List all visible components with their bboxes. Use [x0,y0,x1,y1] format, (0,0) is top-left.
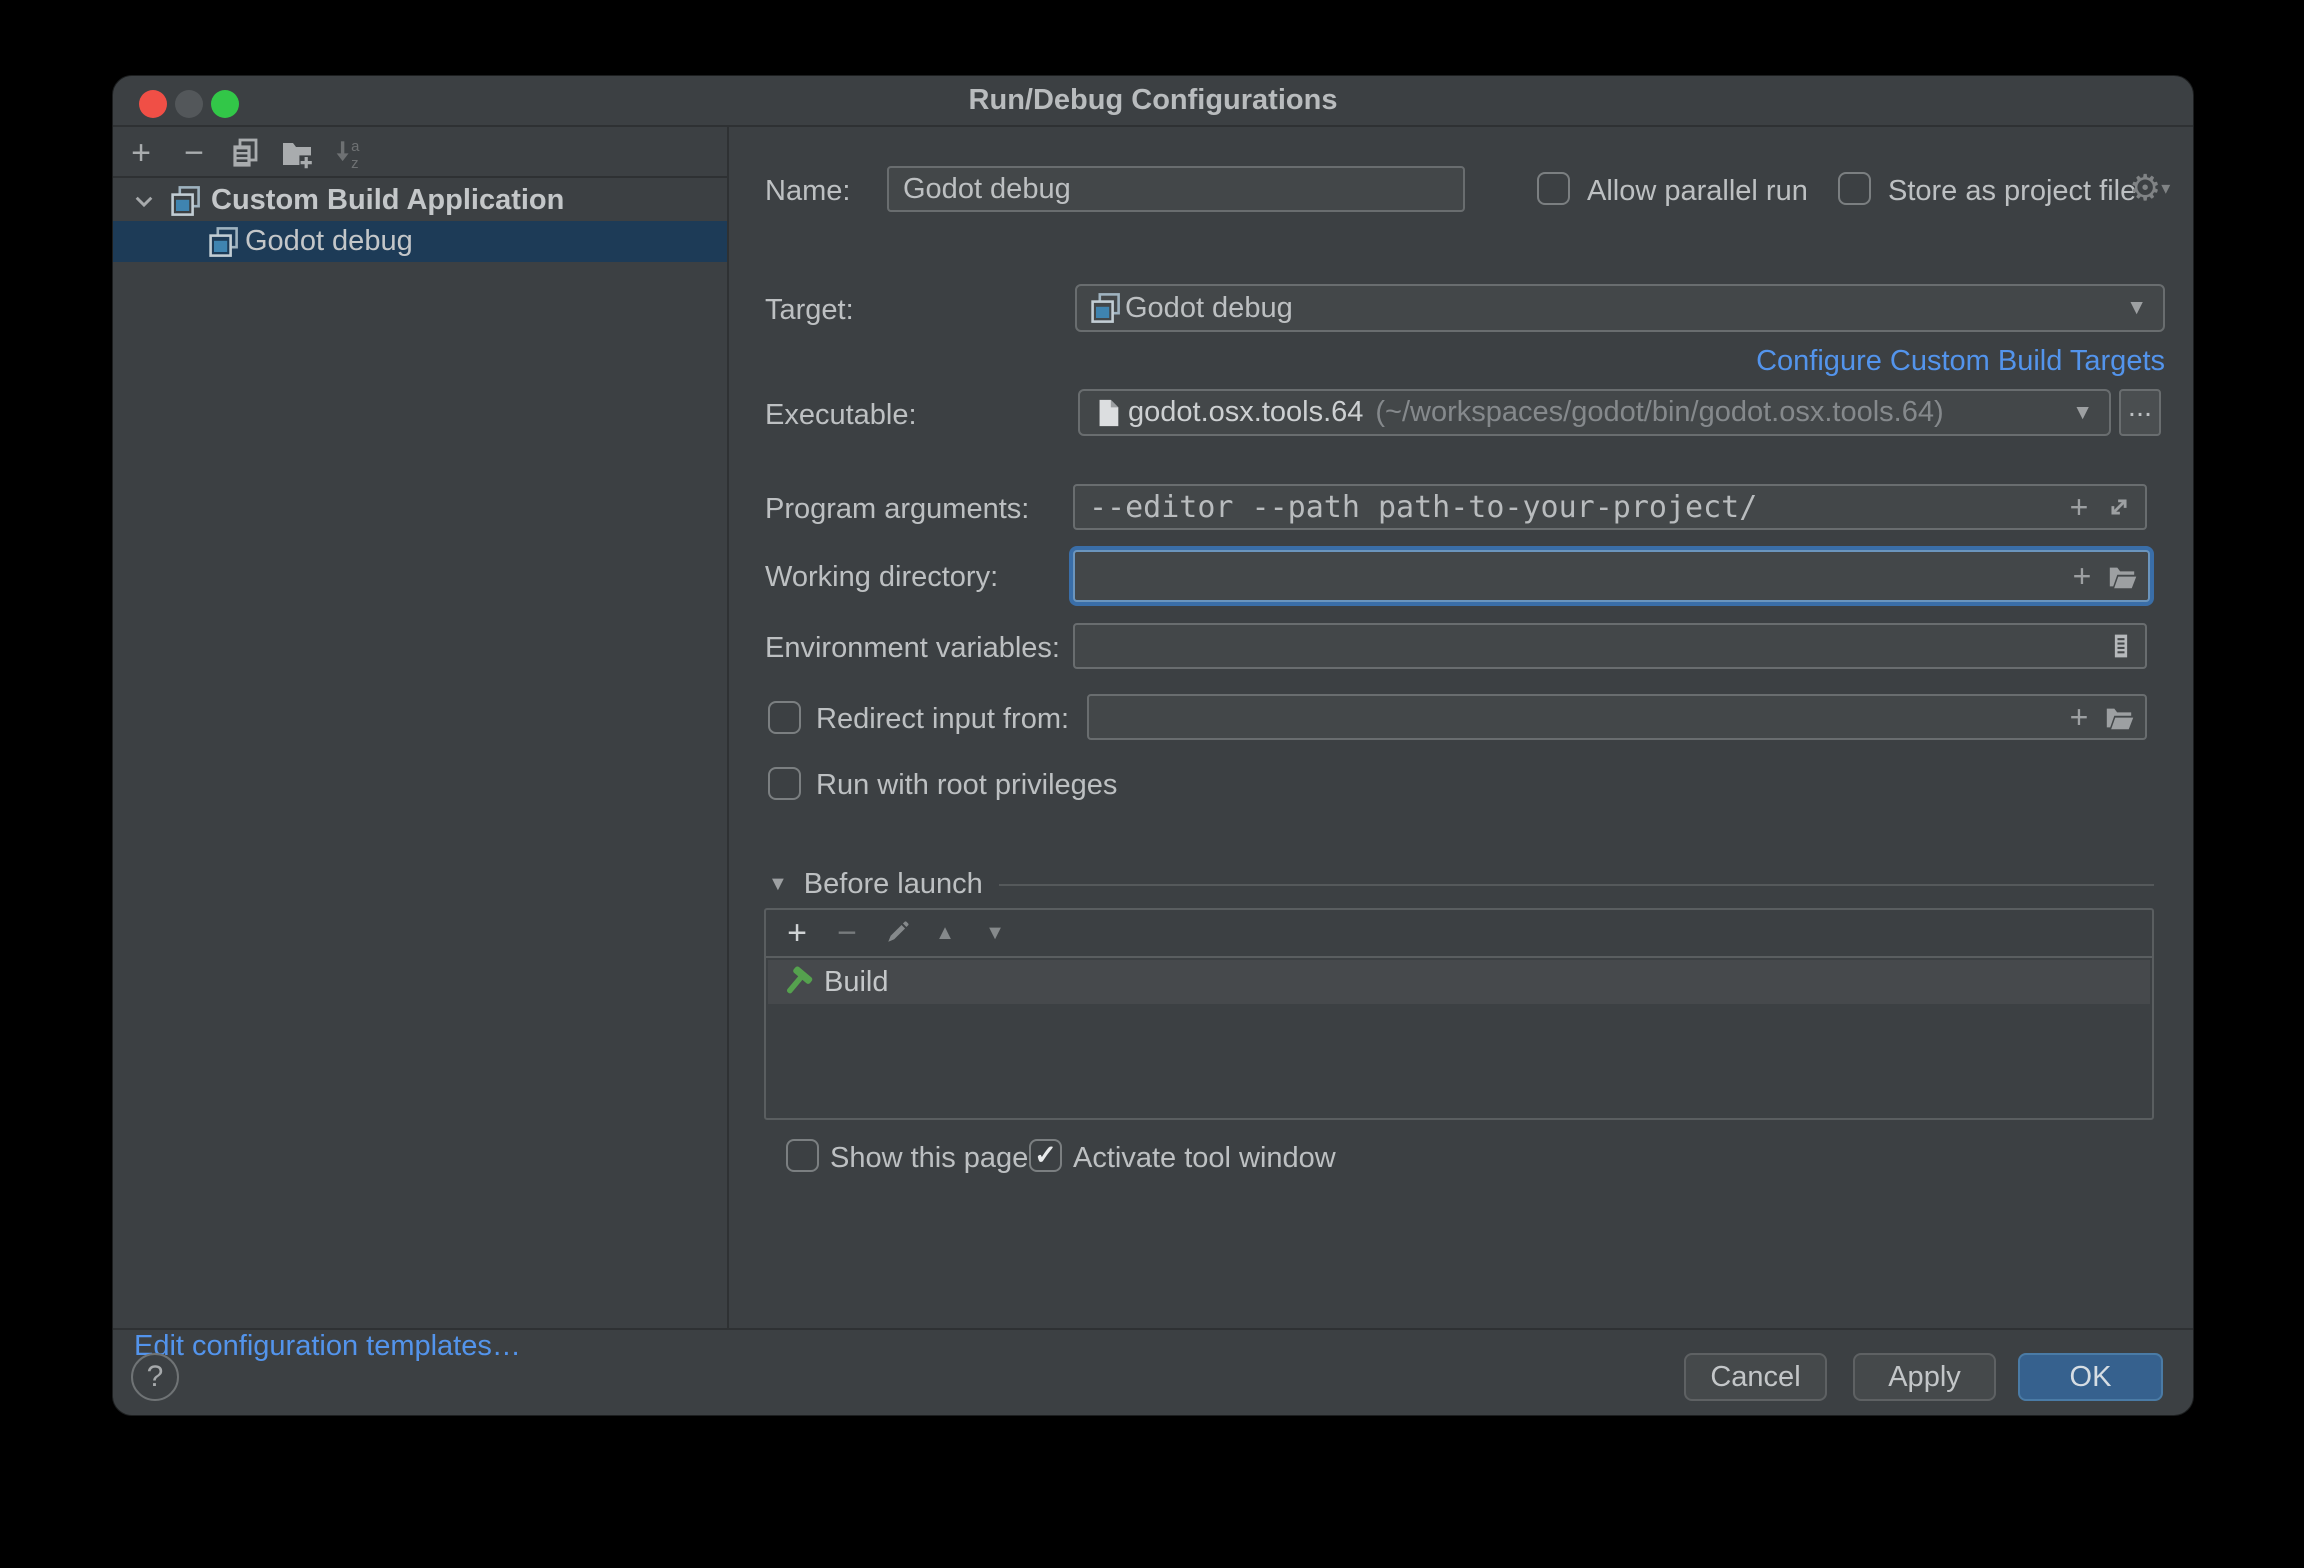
run-root-privileges-checkbox[interactable] [768,767,801,800]
before-launch-panel: + − ▲ ▼ Build [764,908,2154,1120]
add-macro-icon[interactable]: + [2059,697,2099,737]
add-configuration-icon[interactable]: + [123,135,159,171]
sort-alphabetically-icon[interactable]: a z [331,135,367,171]
application-icon [1085,288,1125,328]
store-as-project-file-checkbox[interactable] [1838,172,1871,205]
target-select[interactable]: Godot debug ▼ [1075,284,2165,332]
add-task-icon[interactable]: + [780,916,814,950]
browse-executable-button[interactable]: ... [2119,389,2161,436]
copy-configuration-icon[interactable] [227,135,263,171]
file-icon [1088,393,1128,433]
before-launch-task-build[interactable]: Build [768,960,2150,1004]
checkmark-icon: ✓ [1034,1142,1057,1169]
redirect-input-field[interactable]: + [1087,694,2147,740]
environment-variables-label: Environment variables: [765,632,1060,665]
program-arguments-label: Program arguments: [765,493,1029,526]
environment-variables-input[interactable] [1073,623,2147,669]
section-divider [999,884,2154,886]
apply-label: Apply [1888,1361,1961,1394]
activate-tool-window-checkbox[interactable]: ✓ [1029,1139,1062,1172]
more-label: ... [2128,391,2152,424]
edit-variables-list-icon[interactable] [2101,626,2141,666]
edit-task-pencil-icon[interactable] [880,916,914,950]
program-arguments-input[interactable]: --editor --path path-to-your-project/ + [1073,484,2147,530]
program-arguments-value: --editor --path path-to-your-project/ [1089,490,1757,525]
move-task-up-icon[interactable]: ▲ [928,916,962,950]
remove-configuration-icon[interactable]: − [176,135,212,171]
allow-parallel-run-checkbox[interactable] [1537,172,1570,205]
name-input[interactable]: Godot debug [887,166,1465,212]
cancel-button[interactable]: Cancel [1684,1353,1827,1401]
run-root-privileges-label[interactable]: Run with root privileges [816,769,1117,802]
show-this-page-label[interactable]: Show this page [830,1142,1028,1175]
help-question-icon: ? [147,1360,164,1394]
allow-parallel-run-label[interactable]: Allow parallel run [1587,175,1808,208]
ok-button[interactable]: OK [2018,1353,2163,1401]
titlebar: Run/Debug Configurations [113,76,2193,127]
apply-button[interactable]: Apply [1853,1353,1996,1401]
executable-select[interactable]: godot.osx.tools.64 (~/workspaces/godot/b… [1078,389,2111,436]
run-debug-configurations-dialog: Run/Debug Configurations + − [112,75,2194,1416]
target-dropdown-arrow-icon[interactable]: ▼ [2126,296,2147,320]
tree-group-custom-build-application[interactable]: Custom Build Application [113,180,727,221]
cancel-label: Cancel [1710,1361,1800,1394]
name-label: Name: [765,175,850,208]
copy-icon [229,137,261,169]
dialog-footer: ? Cancel Apply OK [113,1328,2193,1416]
executable-file: godot.osx.tools.64 [1128,396,1363,429]
store-options-gear-icon[interactable]: ⚙▾ [2129,168,2170,209]
executable-dropdown-arrow-icon[interactable]: ▼ [2072,401,2093,425]
remove-task-icon[interactable]: − [830,916,864,950]
tree-item-label: Godot debug [245,225,413,258]
activate-tool-window-label[interactable]: Activate tool window [1073,1142,1336,1175]
window-title: Run/Debug Configurations [113,76,2193,125]
show-this-page-checkbox[interactable] [786,1139,819,1172]
working-directory-input[interactable]: + [1073,550,2150,602]
store-as-project-file-label[interactable]: Store as project file [1888,175,2136,208]
new-folder-icon[interactable] [279,135,315,171]
browse-folder-icon[interactable] [2099,697,2139,737]
configure-custom-build-targets-link[interactable]: Configure Custom Build Targets [1075,345,2165,378]
browse-folder-icon[interactable] [2102,556,2142,596]
redirect-input-label[interactable]: Redirect input from: [816,703,1069,736]
svg-text:a: a [351,139,360,155]
executable-path: (~/workspaces/godot/bin/godot.osx.tools.… [1375,396,1943,429]
svg-text:z: z [351,156,358,170]
help-button[interactable]: ? [131,1353,179,1401]
working-directory-label: Working directory: [765,561,998,594]
build-task-label: Build [824,966,889,999]
ok-label: OK [2070,1361,2112,1394]
before-launch-title: Before launch [804,868,983,901]
tree-item-godot-debug[interactable]: Godot debug [113,221,727,262]
before-launch-toolbar: + − ▲ ▼ [766,910,2152,958]
move-task-down-icon[interactable]: ▼ [978,916,1012,950]
target-value: Godot debug [1125,292,1293,325]
sidebar-toolbar: + − [113,127,727,178]
configurations-sidebar: + − [113,127,729,1328]
application-icon [207,226,239,258]
collapse-triangle-icon[interactable]: ▼ [768,873,788,896]
chevron-down-icon[interactable] [131,188,157,214]
build-hammer-icon [780,965,814,999]
tree-group-label: Custom Build Application [211,184,564,217]
target-label: Target: [765,294,854,327]
expand-field-icon[interactable] [2099,487,2139,527]
add-argument-icon[interactable]: + [2059,487,2099,527]
before-launch-header[interactable]: ▼ Before launch [768,868,2154,901]
add-macro-icon[interactable]: + [2062,556,2102,596]
name-value: Godot debug [903,173,1071,206]
executable-label: Executable: [765,399,917,432]
redirect-input-checkbox[interactable] [768,701,801,734]
application-icon [169,185,201,217]
